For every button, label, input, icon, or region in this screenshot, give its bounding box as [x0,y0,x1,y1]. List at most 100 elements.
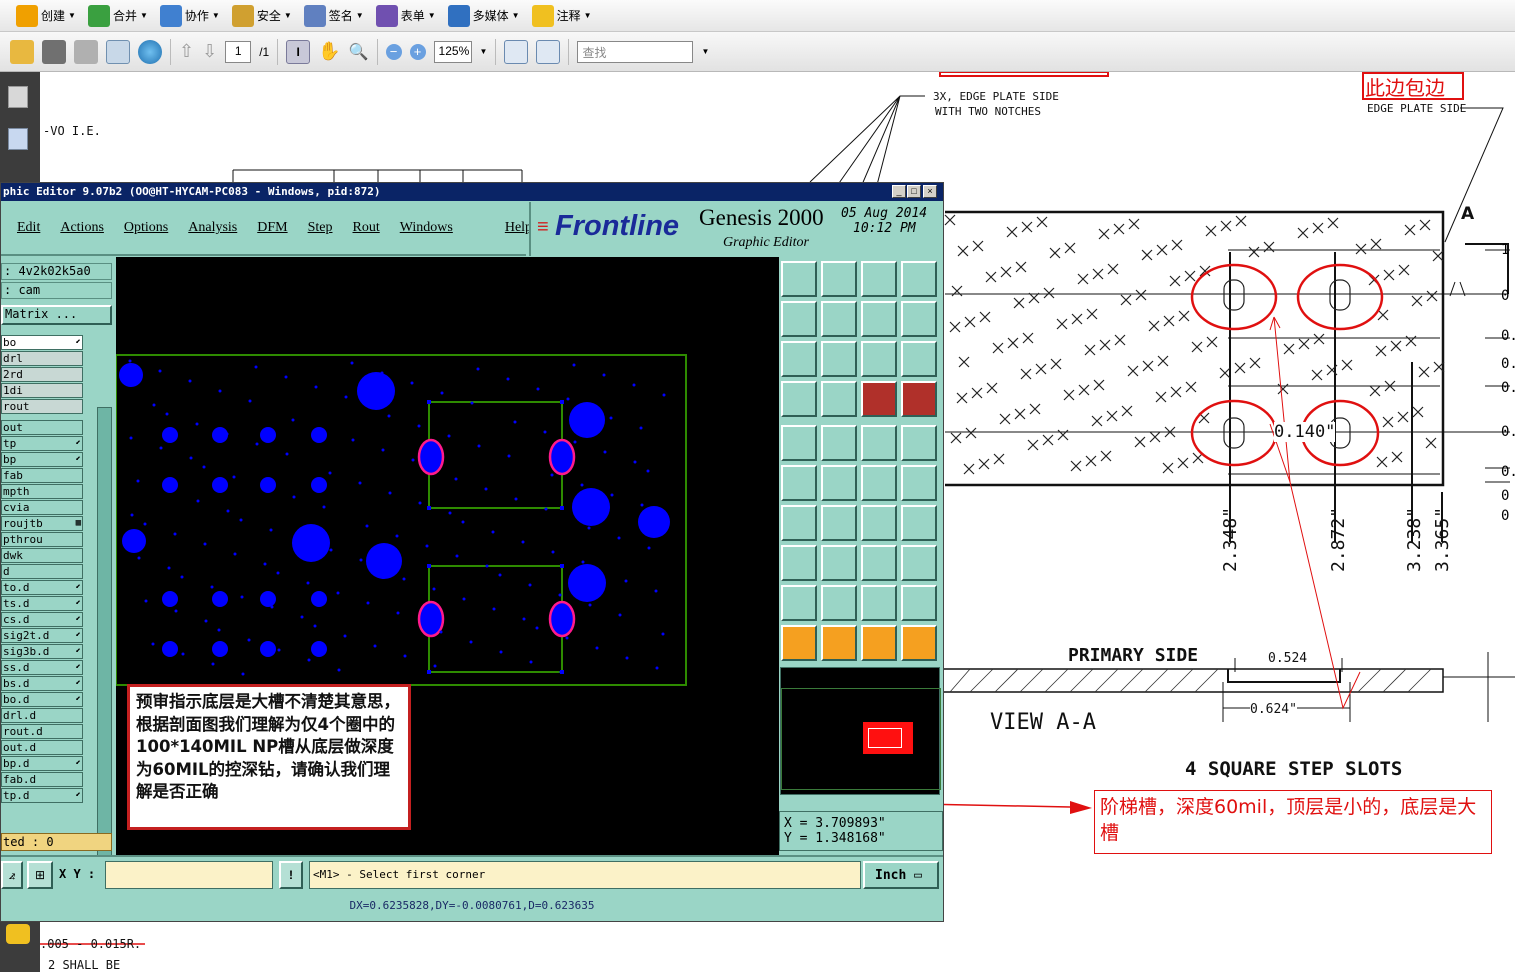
menu-windows[interactable]: Windows [400,220,453,236]
layer-row[interactable]: ts.d ⬋ [1,596,83,611]
menu-help[interactable]: Help [505,220,532,236]
line-icon[interactable] [781,505,817,541]
zoom-out-icon[interactable]: − [385,43,402,60]
zoom-in-icon[interactable]: + [409,43,426,60]
print-icon[interactable] [42,39,66,64]
redo-icon[interactable] [901,301,937,337]
move-icon[interactable] [861,465,897,501]
layer-row[interactable]: bs.d ⬋ [1,676,83,691]
layer-row[interactable]: d [1,564,83,579]
layer-row[interactable]: fab [1,468,83,483]
pad-icon[interactable] [781,425,817,461]
menu-dfm[interactable]: DFM [257,220,287,236]
layer-row[interactable]: 1di [1,383,83,398]
xy-input[interactable] [105,861,273,889]
layer-row[interactable]: to.d ⬋ [1,580,83,595]
minimize-button[interactable]: _ [892,185,906,198]
matrix-button[interactable]: Matrix ... [1,305,112,325]
layer-row[interactable]: ss.d ⬋ [1,660,83,675]
window-icon[interactable] [901,261,937,297]
layer-row[interactable]: 2rd [1,367,83,382]
layer-row[interactable]: bp ⬋ [1,452,83,467]
menu-analysis[interactable]: Analysis [188,220,237,236]
snap-pad-icon[interactable] [861,381,897,417]
units-select[interactable]: Inch ▭ [863,861,939,889]
minus-icon[interactable] [821,545,857,581]
prev-icon[interactable] [781,301,817,337]
target-icon[interactable] [901,425,937,461]
measure-icon[interactable] [781,381,817,417]
comments-panel-icon[interactable] [6,924,30,944]
search-dropdown-icon[interactable]: ▼ [701,47,709,56]
menu-edit[interactable]: Edit [17,220,40,236]
layer-row[interactable]: cs.d ⬋ [1,612,83,627]
layer-row[interactable]: fab.d [1,772,83,787]
rotate-icon[interactable] [861,505,897,541]
search-input[interactable]: 查找 [577,40,694,63]
pointer-box-icon[interactable] [821,625,857,661]
ratio-icon[interactable] [861,341,897,377]
home-icon[interactable] [861,261,897,297]
menu-actions[interactable]: Actions [60,220,104,236]
open-icon[interactable] [781,261,817,297]
fit-page-icon[interactable] [536,39,561,64]
layer-row[interactable]: rout.d [1,724,83,739]
snap-icon[interactable]: ⦨ [1,861,23,889]
toolbar-form-button[interactable]: 表单 ▼ [374,3,442,29]
triangle-a-icon[interactable] [821,585,857,621]
grid-icon[interactable]: ⊞ [27,861,53,889]
layer-row[interactable]: bo ⬋ [1,335,83,350]
layer-row[interactable]: rout [1,399,83,414]
zoom-fit-icon[interactable] [781,341,817,377]
layer-row[interactable]: dwk [1,548,83,563]
connect-icon[interactable] [781,465,817,501]
toolbar-multimedia-button[interactable]: 多媒体 ▼ [446,3,526,29]
web-icon[interactable] [138,39,162,64]
next-icon[interactable] [821,301,857,337]
layer-row[interactable]: out [1,420,83,435]
email-icon[interactable] [106,39,130,64]
pointer-icon[interactable] [781,625,817,661]
toolbar-pen-button[interactable]: 签名 ▼ [302,3,370,29]
hand-icon[interactable]: ✋ [318,41,340,62]
layer-row[interactable]: out.d [1,740,83,755]
open-folder-icon[interactable] [10,39,34,64]
zoom-level-input[interactable]: 125% [433,40,472,63]
snap-line-icon[interactable] [901,381,937,417]
maximize-button[interactable]: □ [907,185,921,198]
layer-row[interactable]: pthrou [1,532,83,547]
mirror-icon[interactable] [901,505,937,541]
save-icon[interactable] [74,39,98,64]
copy-icon[interactable] [901,465,937,501]
attachments-panel-icon[interactable] [8,128,28,150]
cross-icon[interactable] [821,465,857,501]
pointer-sel-icon[interactable] [861,625,897,661]
zoom-dropdown-icon[interactable]: ▼ [480,47,488,56]
triangle-icon[interactable] [781,585,817,621]
layer-row[interactable]: mpth [1,484,83,499]
zoom-area-icon[interactable] [821,341,857,377]
arc-icon[interactable] [821,505,857,541]
toolbar-combine-button[interactable]: 合并 ▼ [86,3,154,29]
layer-row[interactable]: cvia [1,500,83,515]
resize-icon[interactable] [861,545,897,581]
menu-step[interactable]: Step [308,220,333,236]
layer-row[interactable]: bp.d ⬋ [1,756,83,771]
layer-row[interactable]: bo.d ⬋ [1,692,83,707]
fit-width-icon[interactable] [504,39,529,64]
page-down-icon[interactable]: ⇩ [202,41,217,62]
toolbar-lock-button[interactable]: 安全 ▼ [230,3,298,29]
select-text-icon[interactable]: I [286,39,311,64]
feature-icon[interactable] [781,545,817,581]
layer-row[interactable]: drl.d [1,708,83,723]
group-icon[interactable] [901,545,937,581]
page-up-icon[interactable]: ⇧ [179,41,194,62]
select-box-icon[interactable] [821,425,857,461]
layer-row[interactable]: sig2t.d ⬋ [1,628,83,643]
help-icon[interactable] [901,341,937,377]
probe-icon[interactable] [821,381,857,417]
layer-row[interactable]: roujtb ▦ [1,516,83,531]
triangle-c-icon[interactable] [901,585,937,621]
layer-scrollbar[interactable] [97,407,112,907]
zoom-select-icon[interactable]: 🔍 [349,42,369,62]
